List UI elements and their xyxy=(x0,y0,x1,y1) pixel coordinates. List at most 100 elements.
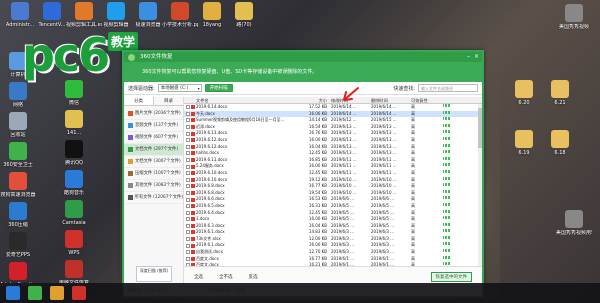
restore-selected-button[interactable]: 恢复选中的文件 xyxy=(430,271,472,282)
sidebar-item-1[interactable]: 音频文件 (137个文件) xyxy=(124,120,183,132)
table-row[interactable]: 2019.6.1.docx 14.83 KB 2019/6/3 ... 2019/6/… xyxy=(184,229,482,236)
sidebar-item-7[interactable]: 所有文件 (12067个文件) xyxy=(124,192,183,204)
close-icon[interactable]: × xyxy=(474,52,479,62)
desktop-icon-right-top[interactable]: 美国秀秀视频 xyxy=(556,4,592,30)
row-checkbox[interactable] xyxy=(186,157,190,162)
row-checkbox[interactable] xyxy=(186,118,190,123)
desktop-icon-left-2[interactable]: 回收站 xyxy=(0,112,36,138)
desktop-icon-top-3[interactable]: 视频剪辑器 xyxy=(98,2,134,28)
table-row[interactable]: 2019.6.3.docx 16.04 KB 2019/6/5 ... 2019/6/… xyxy=(184,222,482,230)
desktop-icon-left-4[interactable]: 搜狗高速浏览器 xyxy=(0,172,36,198)
desktop-icon-right-3[interactable]: 6.18 xyxy=(542,130,578,156)
row-checkbox[interactable] xyxy=(186,124,190,129)
desktop-icon-right-2[interactable]: 6.19 xyxy=(506,130,542,156)
table-row[interactable]: 2019.6.6.docx 16.53 KB 2019/6/6 ... 2019/6/… xyxy=(184,196,482,203)
col-header-size[interactable]: 大小 xyxy=(299,97,329,103)
taskbar-360-icon[interactable] xyxy=(28,286,42,300)
desktop-icon-top-0[interactable]: Administr... xyxy=(2,2,38,28)
taskbar-app-icon[interactable] xyxy=(72,286,86,300)
table-row[interactable]: 2019.6.8.docx 16.77 KB 2019/6/10 ... 2019/6… xyxy=(184,183,482,190)
table-row[interactable]: 2019.6.12.docx 16.04 KB 2019/6/13 ... 2019/… xyxy=(184,143,482,151)
col-header-name[interactable]: 文件名 xyxy=(184,97,299,103)
table-row[interactable]: 2019.6.11.docx 16.85 KB 2019/6/11 ... 2019/… xyxy=(184,156,482,164)
row-checkbox[interactable] xyxy=(186,217,190,222)
select-none-link[interactable]: 全不选 xyxy=(219,274,233,280)
row-checkbox[interactable] xyxy=(186,184,190,189)
window-titlebar[interactable]: 360文件恢复 – × xyxy=(124,52,482,62)
tab-directory[interactable]: 目录 xyxy=(154,97,183,105)
desktop-icon-top-5[interactable]: 小学技术分析.pptx xyxy=(162,2,198,28)
table-row[interactable]: 2019.6.8.docx 19.54 KB 2019/6/10 ... 2019/6… xyxy=(184,189,482,197)
table-row[interactable]: 2019.6.13.docx 16.76 KB 2019/6/13 ... 2019/… xyxy=(184,130,482,137)
row-checkbox[interactable] xyxy=(186,144,190,149)
row-checkbox[interactable] xyxy=(186,190,190,195)
desktop-icon-second-5[interactable]: WPS xyxy=(56,230,92,256)
row-checkbox[interactable] xyxy=(186,164,190,169)
table-row[interactable]: 今天.docx 16.06 KB 2019/6/14 ... 2019/6/14 ..… xyxy=(184,110,482,118)
desktop-icon-top-4[interactable]: 极速浏览器 xyxy=(130,2,166,28)
table-row[interactable]: 73k文件.xlsx 12.00 KB 2019/6/3 ... 2019/6/3 .… xyxy=(184,235,482,243)
desktop-icon-right-0[interactable]: 6.20 xyxy=(506,80,542,106)
row-checkbox[interactable] xyxy=(186,197,190,202)
row-checkbox[interactable] xyxy=(186,138,190,143)
sidebar-item-2[interactable]: 视频文件 (607个文件) xyxy=(124,132,183,144)
row-checkbox[interactable] xyxy=(186,204,190,209)
table-row[interactable]: 2019.6.10.docx 12.45 KB 2019/6/11 ... 2019/… xyxy=(184,169,482,177)
table-row[interactable]: 百度文.docx 16.77 KB 2019/6/1 ... 2019/6/1 ...… xyxy=(184,255,482,263)
desktop-icon-left-3[interactable]: 360安全卫士 xyxy=(0,142,36,168)
sidebar-item-3[interactable]: 文档文件 (297个文件) xyxy=(124,144,183,156)
desktop-icon-second-1[interactable]: 141... xyxy=(56,110,92,136)
table-row[interactable]: Summer视频剪辑及使用教程6月18日至一月至... 14.14 KB 2019/… xyxy=(184,117,482,124)
sidebar-item-5[interactable]: 压缩文件 (1007个文件) xyxy=(124,168,183,180)
drive-select[interactable]: 本地磁盘 (C:) ▾ xyxy=(157,84,202,92)
table-row[interactable]: 1.docx 16.00 KB 2019/6/5 ... 2019/6/5 ... 高 xyxy=(184,216,482,223)
desktop-icon-top-6[interactable]: 18yang xyxy=(194,2,230,28)
row-checkbox[interactable] xyxy=(186,177,190,182)
search-input[interactable]: 输入文件名或路径 xyxy=(418,84,478,92)
desktop-icon-right-1[interactable]: 6.21 xyxy=(542,80,578,106)
desktop-icon-second-2[interactable]: 腾讯QQ xyxy=(56,140,92,166)
desktop-icon-second-4[interactable]: Camtasia xyxy=(56,200,92,226)
desktop-icon-top-2[interactable]: 视频剪辑工具.exe xyxy=(66,2,102,28)
desktop-icon-second-3[interactable]: 酷狗音乐 xyxy=(56,170,92,196)
row-checkbox[interactable] xyxy=(186,171,190,176)
row-checkbox[interactable] xyxy=(186,210,190,215)
row-checkbox[interactable] xyxy=(186,111,190,116)
row-checkbox[interactable] xyxy=(186,250,190,255)
row-checkbox[interactable] xyxy=(186,230,190,235)
table-row[interactable]: 自我测试.docx 12.70 KB 2019/6/3 ... 2019/6/3 ..… xyxy=(184,249,482,256)
desktop-icon-left-5[interactable]: 360压缩 xyxy=(0,202,36,228)
scrollbar-thumb[interactable] xyxy=(478,108,482,148)
row-checkbox[interactable] xyxy=(186,243,190,248)
select-all-link[interactable]: 全选 xyxy=(194,274,203,280)
row-checkbox[interactable] xyxy=(186,237,190,242)
table-row[interactable]: 5.24服务.docx 16.00 KB 2019/6/11 ... 2019/6/1… xyxy=(184,163,482,170)
minimize-icon[interactable]: – xyxy=(467,52,470,62)
start-icon[interactable] xyxy=(6,286,20,300)
row-checkbox[interactable] xyxy=(186,105,190,110)
table-row[interactable]: 2019.6.1.docx 16.00 KB 2019/6/3 ... 2019/6/… xyxy=(184,242,482,249)
invert-selection-link[interactable]: 反选 xyxy=(249,274,258,280)
table-row[interactable]: 迟滞.docx 16.54 KB 2019/6/13 ... 2019/6/13 ..… xyxy=(184,123,482,131)
row-checkbox[interactable] xyxy=(186,256,190,261)
desktop-icon-left-6[interactable]: 爱奇艺PPS xyxy=(0,232,36,258)
desktop-icon-top-7[interactable]: 路(70) xyxy=(226,2,262,28)
table-row[interactable]: 2019.6.14.docx 17.52 KB 2019/6/14 ... 2019/… xyxy=(184,104,482,111)
sidebar-item-4[interactable]: 文档文件 (3007个文件) xyxy=(124,156,183,168)
row-checkbox[interactable] xyxy=(186,131,190,136)
desktop-icon-right-mid[interactable]: 美国秀秀视频用软件 xyxy=(556,210,592,236)
tab-category[interactable]: 分类 xyxy=(124,97,154,105)
deep-scan-button[interactable]: 深度扫描 (推荐) xyxy=(136,266,172,282)
table-row[interactable]: 2019.6.10.docx 19.12 KB 2019/6/10 ... 2019/… xyxy=(184,176,482,184)
desktop-icon-top-1[interactable]: TencentV... xyxy=(34,2,70,28)
scan-button[interactable]: 开始扫描 xyxy=(204,84,233,92)
taskbar-folder-icon[interactable] xyxy=(50,286,64,300)
table-row[interactable]: 2019.6.4.docx 12.45 KB 2019/6/5 ... 2019/6/… xyxy=(184,209,482,217)
table-row[interactable]: hahhs.docx 12.45 KB 2019/6/13 ... 2019/6/13… xyxy=(184,150,482,157)
sidebar-item-0[interactable]: 图片文件 (2036个文件) xyxy=(124,108,183,120)
scrollbar[interactable] xyxy=(478,104,482,266)
col-header-recoverability[interactable]: 可恢复性 xyxy=(409,97,439,103)
table-row[interactable]: 2019.6.12.docx 16.00 KB 2019/6/13 ... 2019/… xyxy=(184,136,482,144)
table-row[interactable]: 2019.6.5.docx 16.31 KB 2019/6/5 ... 2019/6/… xyxy=(184,202,482,210)
row-checkbox[interactable] xyxy=(186,223,190,228)
